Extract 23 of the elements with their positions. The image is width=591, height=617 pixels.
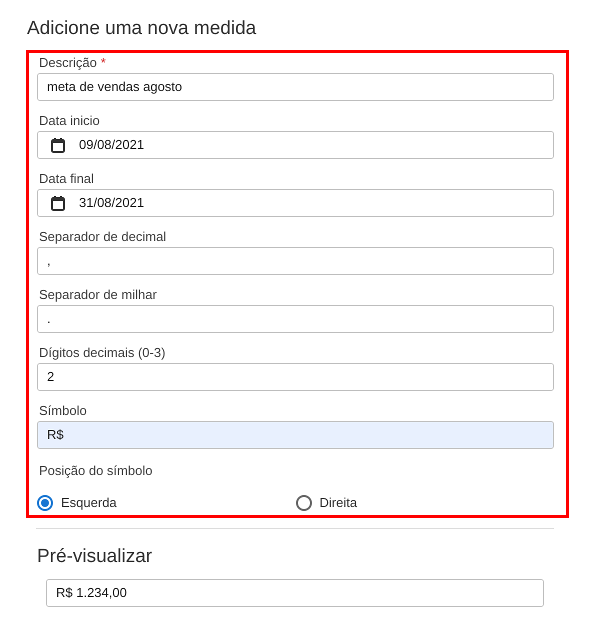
- input-field[interactable]: .: [37, 305, 554, 333]
- field-label: Descrição: [39, 54, 97, 72]
- input-field[interactable]: 2: [37, 363, 554, 391]
- input-field[interactable]: ,: [37, 247, 554, 275]
- required-mark: *: [100, 54, 106, 72]
- field-label: Data inicio: [39, 112, 100, 130]
- input-field[interactable]: meta de vendas agosto: [37, 73, 554, 101]
- input-field[interactable]: R$: [37, 421, 554, 449]
- calendar-icon: [51, 196, 65, 210]
- field-label: Separador de decimal: [39, 228, 166, 246]
- field-label: Símbolo: [39, 402, 87, 420]
- date-field[interactable]: 09/08/2021: [37, 131, 554, 159]
- field-label: Separador de milhar: [39, 286, 157, 304]
- preview-field: R$ 1.234,00: [46, 578, 544, 606]
- form-title: Adicione uma nova medida: [27, 17, 256, 41]
- date-field[interactable]: 31/08/2021: [37, 189, 554, 217]
- radio-option[interactable]: Direita: [296, 492, 554, 512]
- group-label: Posição do símbolo: [38, 462, 152, 480]
- preview-title: Pré-visualizar: [37, 544, 152, 568]
- calendar-icon: [51, 138, 65, 152]
- field-label: Dígitos decimais (0-3): [39, 344, 166, 362]
- field-label: Data final: [39, 170, 94, 188]
- radio-option[interactable]: Esquerda: [37, 492, 296, 512]
